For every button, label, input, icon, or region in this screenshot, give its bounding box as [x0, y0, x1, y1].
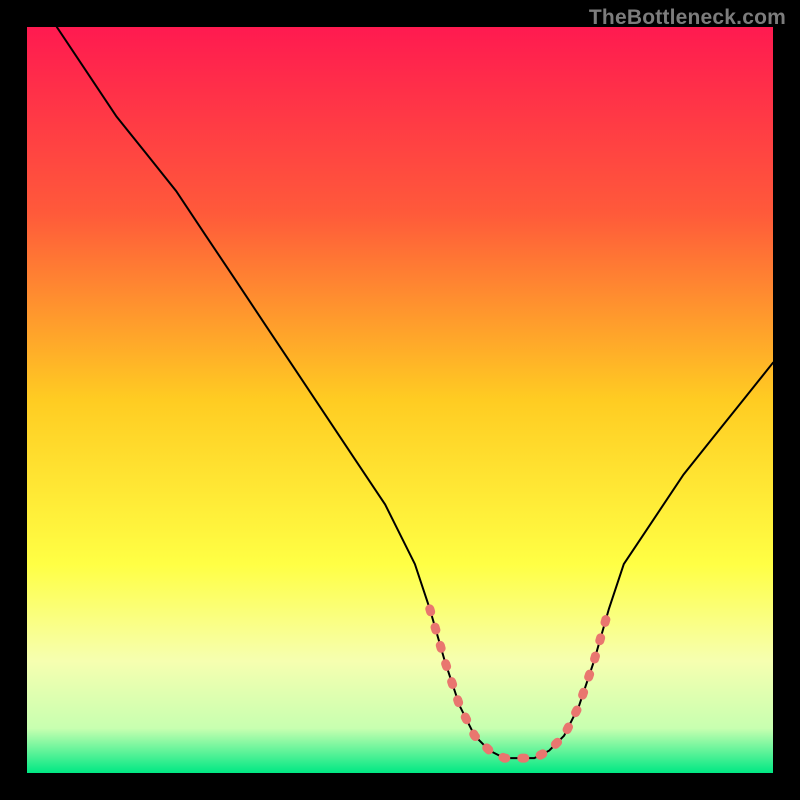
plot-area [27, 27, 773, 773]
bottleneck-chart [27, 27, 773, 773]
gradient-background [27, 27, 773, 773]
watermark-text: TheBottleneck.com [589, 6, 786, 30]
